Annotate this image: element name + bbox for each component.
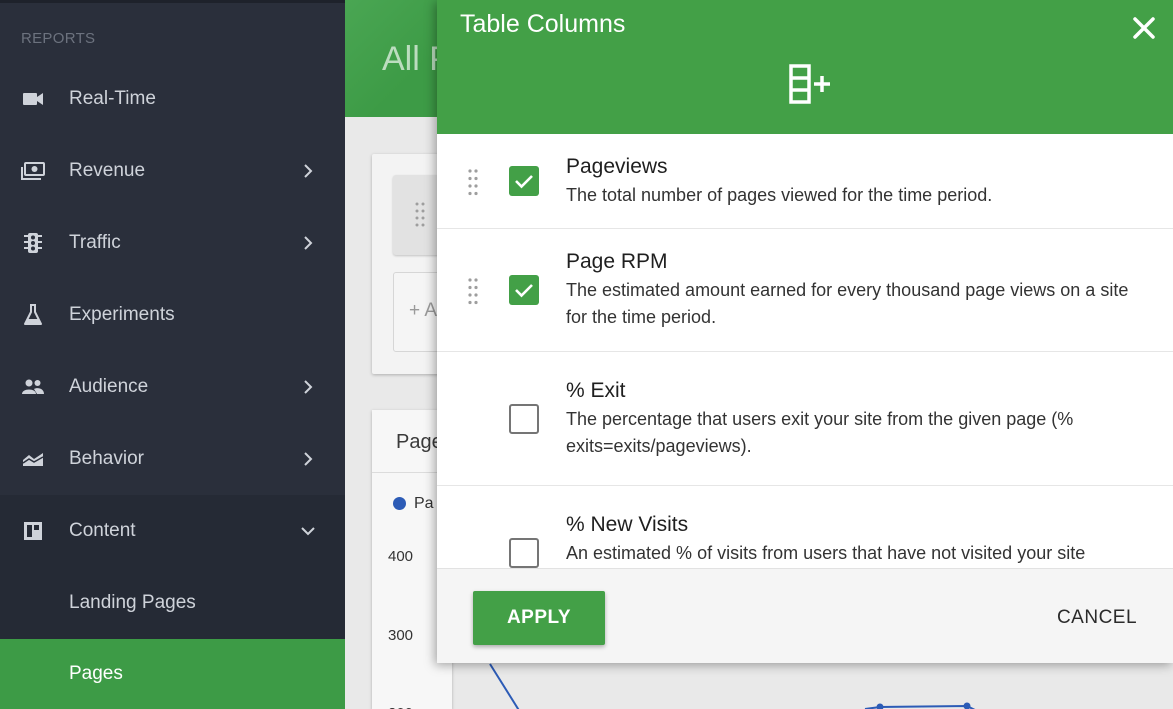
drag-handle-icon[interactable] [467,277,479,305]
column-row-exit: % Exit The percentage that users exit yo… [437,352,1173,486]
sidebar-top-border [0,0,345,3]
chevron-right-icon [304,236,313,250]
column-description: The estimated amount earned for every th… [566,280,1129,327]
column-name: Page RPM [566,250,668,273]
dialog-title: Table Columns [460,10,626,38]
legend-label: Pa [414,495,434,512]
area-chart-icon [21,447,45,471]
sidebar-item-label: Revenue [69,160,146,181]
column-description: The total number of pages viewed for the… [566,185,993,205]
sidebar-item-label: Content [69,520,136,541]
cancel-button[interactable]: CANCEL [1037,591,1157,645]
sidebar-item-behavior[interactable]: Behavior [0,423,345,495]
column-name: % Exit [566,379,626,402]
pageviews-checkbox[interactable] [509,166,539,196]
column-row-page-rpm: Page RPM The estimated amount earned for… [437,229,1173,352]
sidebar-item-content[interactable]: Content [0,495,345,567]
videocam-icon [21,87,45,111]
chevron-right-icon [304,380,313,394]
sidebar-item-revenue[interactable]: Revenue [0,135,345,207]
money-icon [21,159,45,183]
flask-icon [21,303,45,327]
chevron-right-icon [304,452,313,466]
checkmark-icon [515,175,533,189]
sidebar-item-label: Real-Time [69,88,156,109]
column-name: % New Visits [566,513,689,536]
column-row-pageviews: Pageviews The total number of pages view… [437,134,1173,229]
sidebar-item-audience[interactable]: Audience [0,351,345,423]
dialog-header: Table Columns [437,0,1173,134]
dialog-footer: APPLY CANCEL [437,568,1173,663]
chart-card-title: Page [396,431,443,453]
sidebar-item-label: Experiments [69,304,175,325]
sidebar-section-label: REPORTS [21,30,96,47]
add-column-icon [789,64,830,104]
column-description: An estimated % of visits from users that… [566,543,1086,563]
column-name: Pageviews [566,155,668,178]
people-icon [21,375,45,399]
drag-handle-icon[interactable] [467,168,479,196]
close-icon[interactable] [1127,11,1161,45]
checkmark-icon [515,284,533,298]
sidebar-subitem-landing-pages[interactable]: Landing Pages [0,567,345,639]
chart-series-line [489,663,520,709]
sidebar: REPORTS Real-Time Revenue Traffic Experi… [0,0,345,709]
column-description: The percentage that users exit your site… [566,409,1074,456]
add-column-label: + A [409,300,437,321]
column-row-new-visits: % New Visits An estimated % of visits fr… [437,486,1173,568]
new-visits-checkbox[interactable] [509,538,539,568]
sidebar-item-label: Traffic [69,232,121,253]
drag-handle-icon [415,202,425,227]
sidebar-item-real-time[interactable]: Real-Time [0,63,345,135]
chart-point [963,702,971,709]
sidebar-item-label: Landing Pages [69,592,196,613]
chart-point [876,703,884,709]
columns-list[interactable]: Pageviews The total number of pages view… [437,134,1173,568]
sidebar-item-label: Pages [69,663,123,684]
chevron-right-icon [304,164,313,178]
sidebar-item-experiments[interactable]: Experiments [0,279,345,351]
chevron-down-icon [301,527,315,536]
apply-button[interactable]: APPLY [473,591,605,645]
table-columns-dialog: Table Columns Pageviews The total number… [437,0,1173,663]
sidebar-item-label: Behavior [69,448,144,469]
content-icon [21,519,45,543]
traffic-light-icon [21,231,45,255]
exit-checkbox[interactable] [509,404,539,434]
page-rpm-checkbox[interactable] [509,275,539,305]
sidebar-item-label: Audience [69,376,149,397]
sidebar-subitem-pages[interactable]: Pages [0,639,345,709]
sidebar-item-traffic[interactable]: Traffic [0,207,345,279]
legend-dot [393,497,406,510]
